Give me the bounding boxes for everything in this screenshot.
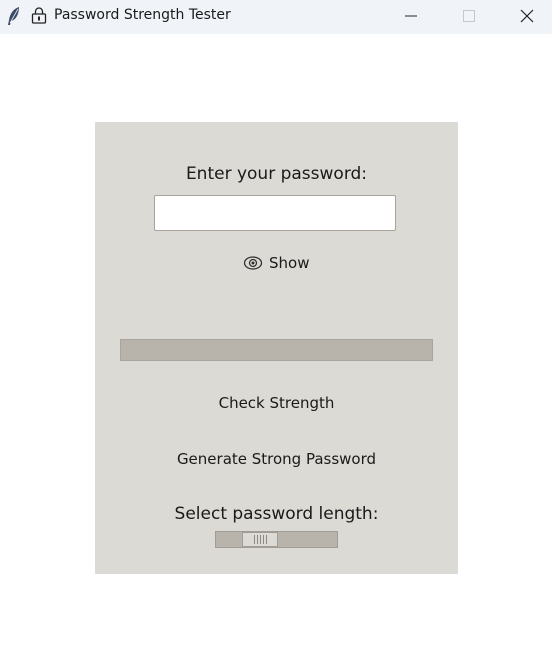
maximize-icon	[463, 10, 475, 22]
window-title: Password Strength Tester	[54, 7, 231, 23]
generate-password-button[interactable]: Generate Strong Password	[95, 450, 458, 468]
slider-grip	[262, 535, 264, 544]
slider-grip	[259, 535, 261, 544]
feather-icon	[8, 7, 19, 25]
eye-icon	[243, 256, 263, 270]
main-panel: Enter your password: Show Check Strength…	[95, 122, 458, 574]
minimize-button[interactable]	[388, 0, 434, 32]
title-bar: Password Strength Tester	[0, 0, 552, 34]
password-input[interactable]	[154, 195, 396, 231]
slider-grip	[253, 535, 255, 544]
password-prompt: Enter your password:	[185, 164, 368, 184]
show-password-toggle[interactable]: Show	[243, 253, 309, 273]
password-length-label: Select password length:	[174, 504, 379, 524]
close-button[interactable]	[504, 0, 550, 32]
minimize-icon	[405, 15, 417, 17]
close-icon	[520, 9, 534, 23]
strength-progress-bar	[120, 339, 433, 361]
slider-grip	[265, 535, 267, 544]
slider-handle[interactable]	[242, 532, 278, 547]
maximize-button[interactable]	[446, 0, 492, 32]
show-password-label: Show	[269, 254, 310, 272]
lock-icon	[31, 7, 47, 24]
slider-grip	[256, 535, 258, 544]
password-length-slider[interactable]	[215, 531, 338, 548]
check-strength-button[interactable]: Check Strength	[95, 394, 458, 412]
